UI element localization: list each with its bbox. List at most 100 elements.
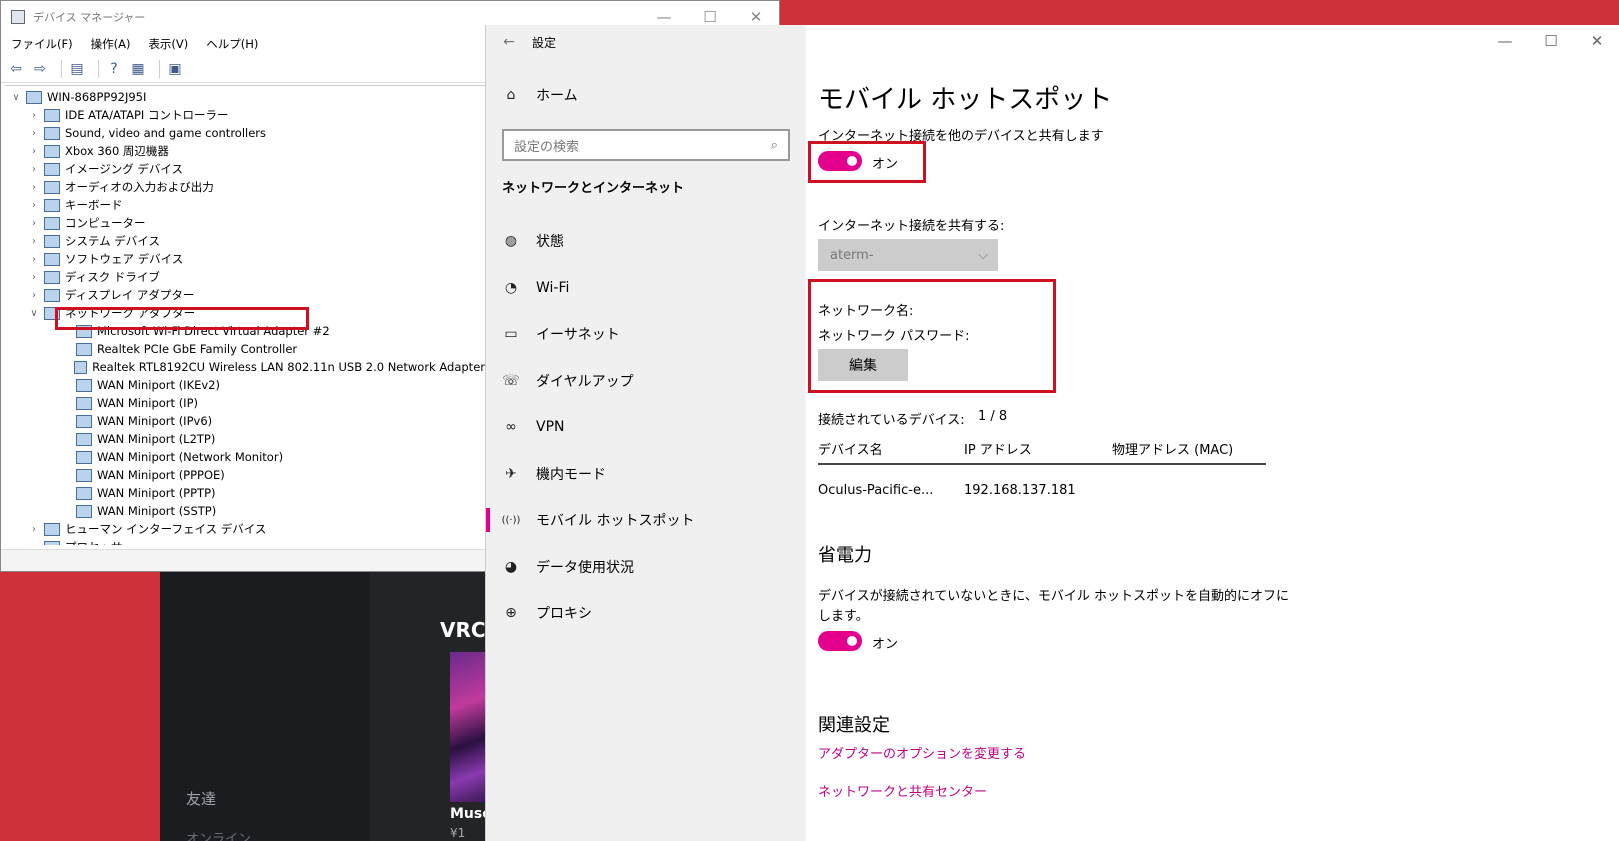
tree-item[interactable]: WAN Miniport (IKEv2) bbox=[5, 376, 485, 394]
nav-item[interactable]: ∞ VPN bbox=[486, 407, 806, 447]
link-adapter-options[interactable]: アダプターのオプションを変更する bbox=[818, 743, 1026, 762]
maximize-icon[interactable]: ☐ bbox=[1528, 25, 1574, 57]
tree-item[interactable]: WAN Miniport (PPPOE) bbox=[5, 466, 485, 484]
tree-item[interactable]: › イメージング デバイス bbox=[5, 160, 485, 178]
nav-item[interactable]: ◍ 状態 bbox=[486, 221, 806, 261]
tree-item[interactable]: › コンピューター bbox=[5, 214, 485, 232]
chevron-right-icon[interactable]: › bbox=[27, 236, 41, 247]
tree-item-label: Realtek RTL8192CU Wireless LAN 802.11n U… bbox=[92, 360, 485, 374]
tree-item[interactable]: › ヒューマン インターフェイス デバイス bbox=[5, 520, 485, 538]
computer-icon bbox=[26, 90, 42, 104]
tree-item[interactable]: ∨ WIN-868PP92J95I bbox=[5, 88, 485, 106]
nav-item-label: VPN bbox=[536, 419, 565, 435]
nav-item-label: Wi-Fi bbox=[536, 279, 570, 296]
tree-item[interactable]: WAN Miniport (SSTP) bbox=[5, 502, 485, 520]
chevron-right-icon[interactable]: › bbox=[27, 290, 41, 301]
tree-item[interactable]: › Sound, video and game controllers bbox=[5, 124, 485, 142]
properties-icon[interactable]: ▤ bbox=[68, 61, 86, 77]
menu-help[interactable]: ヘルプ(H) bbox=[206, 36, 258, 52]
device-icon bbox=[44, 180, 60, 194]
menu-file[interactable]: ファイル(F) bbox=[11, 36, 73, 52]
device-icon bbox=[76, 468, 92, 482]
background-app-window: 友達 オンライン VRC Muse ¥1 bbox=[160, 570, 492, 841]
tree-item[interactable]: WAN Miniport (IP) bbox=[5, 394, 485, 412]
nav-item[interactable]: ☏ ダイヤルアップ bbox=[486, 361, 806, 401]
menu-action[interactable]: 操作(A) bbox=[91, 36, 131, 52]
monitor-icon[interactable]: ▣ bbox=[166, 61, 184, 77]
tree-item[interactable]: › ソフトウェア デバイス bbox=[5, 250, 485, 268]
airplane-icon: ✈ bbox=[505, 465, 517, 482]
nav-item[interactable]: ◔ Wi-Fi bbox=[486, 268, 806, 308]
tree-item[interactable]: › Xbox 360 周辺機器 bbox=[5, 142, 485, 160]
tree-item-label: コンピューター bbox=[65, 216, 146, 230]
nav-home[interactable]: ⌂ ホーム bbox=[486, 75, 806, 115]
back-arrow-icon[interactable]: ← bbox=[486, 34, 532, 50]
device-icon bbox=[44, 198, 60, 212]
tree-item[interactable]: › プロセッサ bbox=[5, 538, 485, 545]
nav-item[interactable]: ((·)) モバイル ホットスポット bbox=[486, 500, 806, 540]
device-icon bbox=[76, 342, 92, 356]
tree-item[interactable]: WAN Miniport (IPv6) bbox=[5, 412, 485, 430]
chevron-right-icon[interactable]: › bbox=[27, 254, 41, 265]
close-icon[interactable]: ✕ bbox=[1574, 25, 1619, 57]
nav-item[interactable]: ✈ 機内モード bbox=[486, 454, 806, 494]
vpn-icon: ∞ bbox=[505, 419, 517, 435]
chevron-right-icon[interactable]: › bbox=[27, 146, 41, 157]
share-from-select[interactable]: aterm- ⌵ bbox=[818, 239, 998, 271]
tree-item-label: WAN Miniport (IKEv2) bbox=[97, 378, 220, 392]
tree-item[interactable]: › ディスプレイ アダプター bbox=[5, 286, 485, 304]
tree-item-label: WAN Miniport (L2TP) bbox=[97, 432, 216, 446]
tree-item-label: ヒューマン インターフェイス デバイス bbox=[65, 522, 267, 536]
chevron-right-icon[interactable]: › bbox=[27, 182, 41, 193]
chevron-right-icon[interactable]: › bbox=[27, 110, 41, 121]
link-sharing-center[interactable]: ネットワークと共有センター bbox=[818, 781, 987, 800]
chevron-right-icon[interactable]: › bbox=[27, 542, 41, 546]
tree-item[interactable]: Realtek RTL8192CU Wireless LAN 802.11n U… bbox=[5, 358, 485, 376]
menu-view[interactable]: 表示(V) bbox=[148, 36, 188, 52]
help-icon[interactable]: ? bbox=[105, 61, 123, 77]
tree-item[interactable]: › キーボード bbox=[5, 196, 485, 214]
data-usage-icon: ◕ bbox=[504, 558, 518, 575]
table-row-device-name: Oculus-Pacific-e... bbox=[818, 483, 934, 498]
hotspot-icon: ((·)) bbox=[501, 514, 521, 526]
friends-sub-label: オンライン bbox=[186, 832, 252, 841]
tree-item-label: プロセッサ bbox=[65, 539, 123, 545]
device-icon bbox=[44, 252, 60, 266]
view-icon[interactable]: ▦ bbox=[129, 61, 147, 77]
tree-item-label: Xbox 360 周辺機器 bbox=[65, 144, 169, 158]
connected-devices-label: 接続されているデバイス: bbox=[818, 413, 965, 428]
minimize-icon[interactable]: — bbox=[1482, 25, 1528, 57]
chevron-right-icon[interactable]: › bbox=[27, 272, 41, 283]
tree-item[interactable]: WAN Miniport (PPTP) bbox=[5, 484, 485, 502]
game-artwork[interactable] bbox=[450, 652, 490, 802]
friends-label[interactable]: 友達 bbox=[186, 788, 216, 809]
chevron-right-icon[interactable]: › bbox=[27, 218, 41, 229]
dialup-icon: ☏ bbox=[502, 372, 520, 389]
chevron-right-icon[interactable]: › bbox=[27, 524, 41, 535]
chevron-down-icon[interactable]: ∨ bbox=[27, 308, 41, 319]
nav-item-label: 機内モード bbox=[536, 466, 606, 483]
nav-item[interactable]: ▭ イーサネット bbox=[486, 314, 806, 354]
tree-item[interactable]: WAN Miniport (Network Monitor) bbox=[5, 448, 485, 466]
tree-item-label: イメージング デバイス bbox=[65, 162, 184, 176]
chevron-down-icon[interactable]: ∨ bbox=[9, 92, 23, 103]
tree-item[interactable]: › オーディオの入力および出力 bbox=[5, 178, 485, 196]
nav-item[interactable]: ◕ データ使用状況 bbox=[486, 547, 806, 587]
tree-item[interactable]: WAN Miniport (L2TP) bbox=[5, 430, 485, 448]
chevron-right-icon[interactable]: › bbox=[27, 164, 41, 175]
nav-item[interactable]: ⊕ プロキシ bbox=[486, 593, 806, 633]
tree-item[interactable]: Realtek PCIe GbE Family Controller bbox=[5, 340, 485, 358]
edit-button[interactable]: 編集 bbox=[818, 349, 908, 381]
tree-item[interactable]: › システム デバイス bbox=[5, 232, 485, 250]
back-arrow-icon[interactable]: ⇦ bbox=[7, 61, 25, 77]
tree-item[interactable]: › ディスク ドライブ bbox=[5, 268, 485, 286]
settings-window: ← 設定 ⌂ ホーム 設定の検索 ⌕ ネットワークとインターネット ◍ 状態 ◔ Wi… bbox=[485, 25, 1619, 841]
search-input[interactable]: 設定の検索 ⌕ bbox=[502, 129, 790, 161]
power-saving-toggle[interactable] bbox=[818, 631, 862, 651]
chevron-right-icon[interactable]: › bbox=[27, 128, 41, 139]
tree-item-label: WAN Miniport (PPPOE) bbox=[97, 468, 225, 482]
tree-item[interactable]: › IDE ATA/ATAPI コントローラー bbox=[5, 106, 485, 124]
chevron-right-icon[interactable]: › bbox=[27, 200, 41, 211]
tree-item-label: WAN Miniport (IPv6) bbox=[97, 414, 213, 428]
forward-arrow-icon[interactable]: ⇨ bbox=[31, 61, 49, 77]
